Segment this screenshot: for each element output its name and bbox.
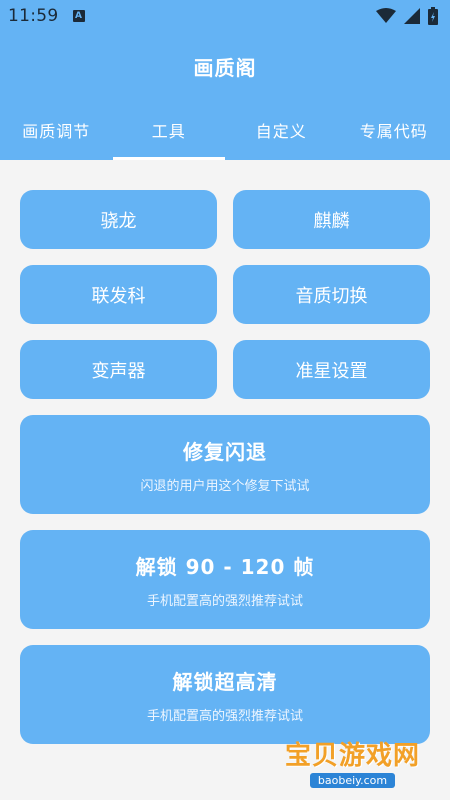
app-title: 画质阁 <box>193 55 257 80</box>
fix-crash-button[interactable]: 修复闪退 闪退的用户用这个修复下试试 <box>20 415 430 514</box>
status-bar: 11:59 A <box>0 0 450 32</box>
unlock-fps-button[interactable]: 解锁 90 - 120 帧 手机配置高的强烈推荐试试 <box>20 530 430 629</box>
battery-icon <box>428 7 438 25</box>
status-right-icons <box>376 7 438 25</box>
snapdragon-button[interactable]: 骁龙 <box>20 190 217 249</box>
tab-exclusive-code[interactable]: 专属代码 <box>338 100 450 160</box>
crosshair-settings-button[interactable]: 准星设置 <box>233 340 430 399</box>
unlock-uhd-button[interactable]: 解锁超高清 手机配置高的强烈推荐试试 <box>20 645 430 744</box>
fix-crash-subtitle: 闪退的用户用这个修复下试试 <box>140 478 310 494</box>
voice-changer-button[interactable]: 变声器 <box>20 340 217 399</box>
notification-a-icon: A <box>72 10 85 22</box>
wifi-icon <box>376 8 396 23</box>
audio-switch-button[interactable]: 音质切换 <box>233 265 430 324</box>
tab-bar: 画质调节 工具 自定义 专属代码 <box>0 100 450 160</box>
unlock-fps-title: 解锁 90 - 120 帧 <box>135 554 315 579</box>
watermark-url: baobeiy.com <box>309 773 396 788</box>
site-watermark: 宝贝游戏网 baobeiy.com <box>285 735 420 788</box>
tab-tools[interactable]: 工具 <box>112 100 226 160</box>
tools-content: 骁龙 麒麟 联发科 音质切换 变声器 准星设置 修复闪退 闪退的用户用这个修复下… <box>0 160 450 744</box>
mediatek-button[interactable]: 联发科 <box>20 265 217 324</box>
watermark-text: 宝贝游戏网 <box>284 741 420 771</box>
kirin-button[interactable]: 麒麟 <box>233 190 430 249</box>
cell-signal-icon <box>404 8 420 24</box>
tab-quality-adjust[interactable]: 画质调节 <box>0 100 113 160</box>
status-time: 11:59 <box>8 6 59 26</box>
tools-grid: 骁龙 麒麟 联发科 音质切换 变声器 准星设置 <box>20 190 430 399</box>
unlock-uhd-subtitle: 手机配置高的强烈推荐试试 <box>146 708 303 724</box>
unlock-fps-subtitle: 手机配置高的强烈推荐试试 <box>146 593 303 609</box>
unlock-uhd-title: 解锁超高清 <box>172 669 278 694</box>
fix-crash-title: 修复闪退 <box>183 439 267 464</box>
tab-custom[interactable]: 自定义 <box>225 100 338 160</box>
app-bar: 画质阁 <box>0 32 450 100</box>
